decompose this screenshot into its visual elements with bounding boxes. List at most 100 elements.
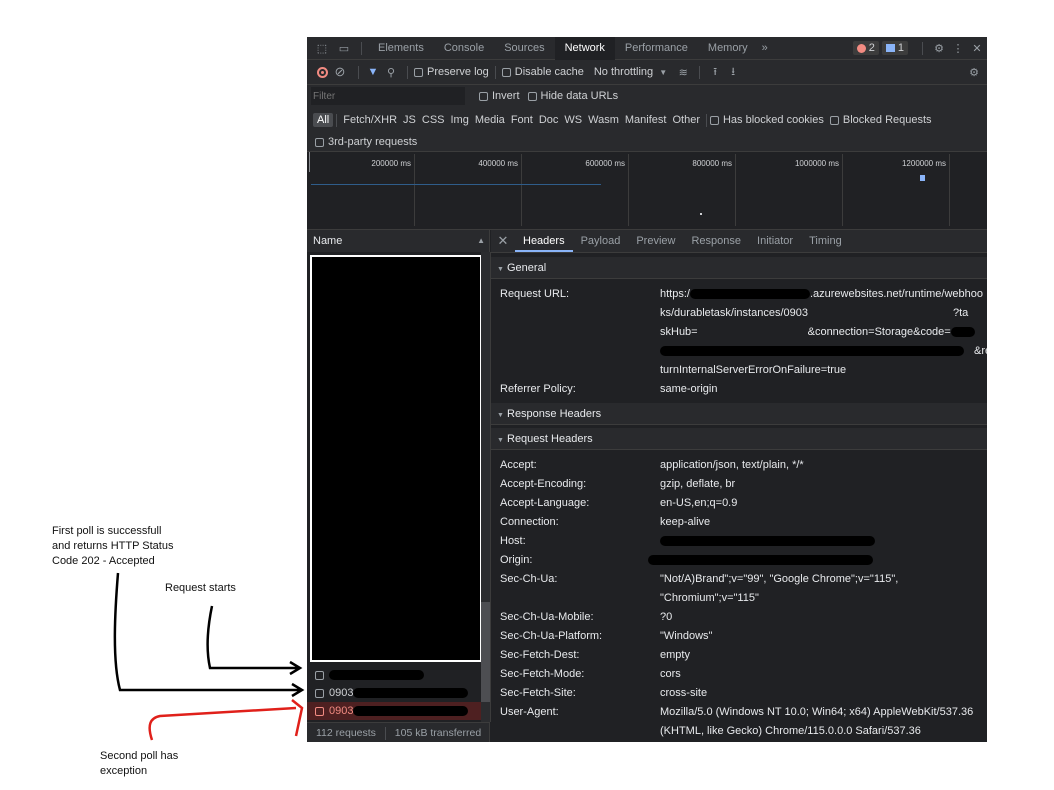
network-settings-gear-icon[interactable]: ⚙ xyxy=(961,66,987,79)
type-media[interactable]: Media xyxy=(472,114,508,126)
has-blocked-cookies-label: Has blocked cookies xyxy=(722,114,824,126)
header-value: "Not/A)Brand";v="99", "Google Chrome";v=… xyxy=(660,573,899,585)
triangle-down-icon: ▼ xyxy=(497,437,504,444)
export-har-icon[interactable]: ⭳ xyxy=(724,63,742,82)
has-blocked-cookies-checkbox[interactable] xyxy=(709,115,719,125)
header-value: gzip, deflate, br xyxy=(660,478,736,490)
third-party-checkbox[interactable] xyxy=(315,137,324,147)
import-har-icon[interactable]: ⭱ xyxy=(706,63,724,82)
error-icon xyxy=(856,43,866,53)
request-url-key: Request URL: xyxy=(500,288,570,300)
type-manifest[interactable]: Manifest xyxy=(622,114,670,126)
tab-headers[interactable]: Headers xyxy=(515,230,573,252)
timeline-cursor xyxy=(309,152,310,172)
redacted-text xyxy=(660,536,875,547)
blocked-requests-checkbox[interactable] xyxy=(829,115,839,125)
type-font[interactable]: Font xyxy=(508,114,536,126)
chevron-down-icon[interactable]: ▼ xyxy=(653,68,673,77)
general-section-header[interactable]: ▼ General xyxy=(491,257,987,279)
request-name: 0903 xyxy=(329,705,354,717)
tab-payload[interactable]: Payload xyxy=(573,230,629,252)
referrer-policy-key: Referrer Policy: xyxy=(500,383,576,395)
resource-type-bar: All Fetch/XHR JS CSS Img Media Font Doc … xyxy=(307,107,987,133)
search-icon[interactable]: ⚲ xyxy=(381,66,401,79)
request-url-line: &re xyxy=(660,345,987,357)
filter-input[interactable] xyxy=(311,87,465,105)
timeline-tick: 1000000 ms xyxy=(794,159,839,168)
request-url-line: skHub= &connection=Storage&code= xyxy=(660,326,975,338)
response-headers-section-header[interactable]: ▼ Response Headers xyxy=(491,403,987,425)
error-count: 2 xyxy=(868,42,875,54)
request-row[interactable]: 0903 xyxy=(307,684,481,702)
tab-network[interactable]: Network xyxy=(554,37,615,60)
request-row[interactable] xyxy=(307,666,481,684)
inspect-element-icon[interactable]: ⬚ xyxy=(311,42,333,55)
hide-data-urls-checkbox[interactable] xyxy=(527,91,537,101)
request-name: 0903 xyxy=(329,687,354,699)
preserve-log-checkbox[interactable] xyxy=(414,67,423,77)
timeline-overview[interactable]: 200000 ms 400000 ms 600000 ms 800000 ms … xyxy=(307,152,987,230)
type-all[interactable]: All xyxy=(313,113,334,127)
filter-icon[interactable]: ▼ xyxy=(365,66,381,78)
more-tabs-button[interactable]: » xyxy=(758,37,772,60)
request-checkbox[interactable] xyxy=(315,670,324,680)
referrer-policy-value: same-origin xyxy=(660,383,718,395)
header-key: Origin: xyxy=(500,554,533,566)
name-column-header[interactable]: Name ▲ xyxy=(307,230,490,252)
request-url-line: ks/durabletask/instances/0903 ?ta xyxy=(660,307,969,319)
type-ws[interactable]: WS xyxy=(561,114,585,126)
tab-sources[interactable]: Sources xyxy=(494,37,554,60)
request-url-line: https:/.azurewebsites.net/runtime/webhoo xyxy=(660,288,984,300)
request-url-line: turnInternalServerErrorOnFailure=true xyxy=(660,364,847,376)
tab-console[interactable]: Console xyxy=(434,37,494,60)
invert-checkbox[interactable] xyxy=(479,91,488,101)
tab-timing[interactable]: Timing xyxy=(801,230,850,252)
kebab-menu-icon[interactable]: ⋮ xyxy=(949,42,967,55)
type-other[interactable]: Other xyxy=(669,114,703,126)
throttling-select[interactable]: No throttling xyxy=(594,66,653,78)
type-css[interactable]: CSS xyxy=(419,114,448,126)
redacted-region xyxy=(310,255,482,662)
tab-response[interactable]: Response xyxy=(683,230,749,252)
header-value: en-US,en;q=0.9 xyxy=(660,497,738,509)
request-checkbox[interactable] xyxy=(315,688,324,698)
type-js[interactable]: JS xyxy=(400,114,419,126)
annotation-second-poll: Second poll has exception xyxy=(100,750,179,777)
type-fetch-xhr[interactable]: Fetch/XHR xyxy=(340,114,400,126)
close-devtools-icon[interactable]: ✕ xyxy=(967,42,987,55)
clear-icon[interactable]: ⊘ xyxy=(328,64,352,80)
record-icon[interactable] xyxy=(317,66,328,78)
network-conditions-icon[interactable]: ≋ xyxy=(673,66,693,79)
header-key: Sec-Ch-Ua-Platform: xyxy=(500,630,603,642)
annotation-first-poll: First poll is successfull and returns HT… xyxy=(52,525,174,567)
tab-preview[interactable]: Preview xyxy=(628,230,683,252)
device-toolbar-icon[interactable]: ▭ xyxy=(333,42,355,55)
type-doc[interactable]: Doc xyxy=(536,114,562,126)
redacted-text xyxy=(950,327,975,338)
tab-elements[interactable]: Elements xyxy=(368,37,434,60)
request-headers-section-header[interactable]: ▼ Request Headers xyxy=(491,428,987,450)
blocked-requests-label: Blocked Requests xyxy=(842,114,932,126)
timeline-tick: 600000 ms xyxy=(585,159,625,168)
header-key: Sec-Fetch-Mode: xyxy=(500,668,585,680)
redacted-text xyxy=(648,555,873,566)
scrollbar-thumb[interactable] xyxy=(481,602,490,702)
timeline-tick: 400000 ms xyxy=(478,159,518,168)
settings-gear-icon[interactable]: ⚙ xyxy=(929,42,949,55)
disable-cache-checkbox[interactable] xyxy=(501,67,511,77)
tab-performance[interactable]: Performance xyxy=(615,37,698,60)
tab-memory[interactable]: Memory xyxy=(698,37,758,60)
header-value: "Windows" xyxy=(660,630,713,642)
type-img[interactable]: Img xyxy=(448,114,472,126)
error-badge[interactable]: 2 xyxy=(852,41,879,55)
request-checkbox[interactable] xyxy=(315,706,324,716)
message-badge[interactable]: 1 xyxy=(881,41,908,55)
type-wasm[interactable]: Wasm xyxy=(585,114,622,126)
header-key: Accept-Language: xyxy=(500,497,590,509)
header-value: application/json, text/plain, */* xyxy=(660,459,804,471)
request-row-error[interactable]: 0903 xyxy=(307,702,481,720)
header-value: ?0 xyxy=(660,611,673,623)
close-detail-icon[interactable]: ✕ xyxy=(491,233,515,249)
tab-initiator[interactable]: Initiator xyxy=(749,230,801,252)
sort-up-icon[interactable]: ▲ xyxy=(477,230,485,252)
